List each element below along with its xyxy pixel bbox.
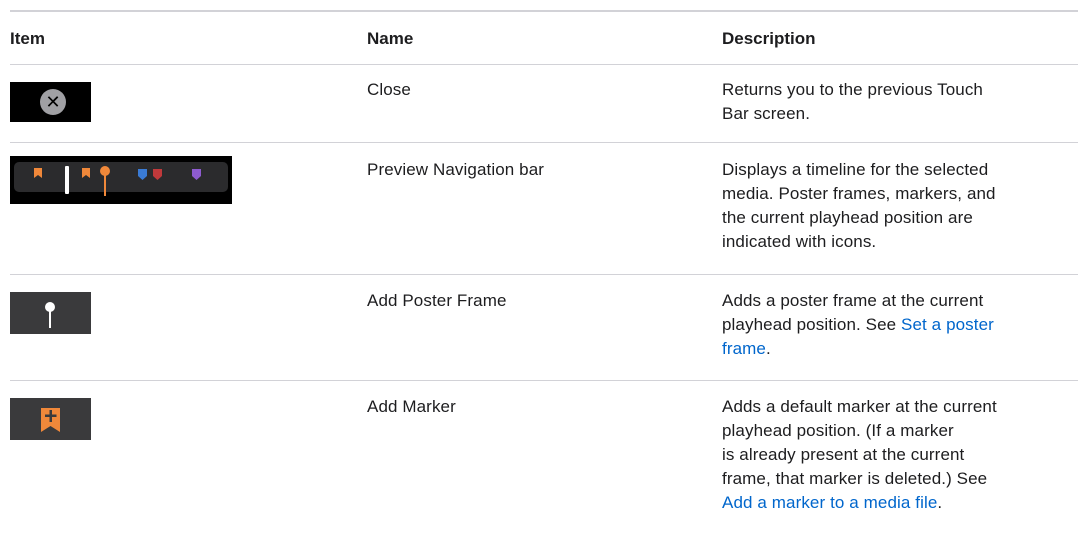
marker-red-icon — [153, 169, 162, 180]
description-line: Returns you to the previous Touch — [722, 80, 983, 99]
preview-navigation-bar-image — [10, 156, 232, 204]
description-line: playhead position. See Set a poster — [722, 315, 994, 334]
top-divider — [10, 10, 1078, 12]
row-name-preview-navigation-bar: Preview Navigation bar — [367, 160, 545, 179]
header-description: Description — [722, 29, 816, 48]
preview-navigation-bar-icon — [34, 166, 201, 196]
marker-orange-icon — [82, 168, 90, 178]
row-description-add-poster-frame: Adds a poster frame at the current playh… — [722, 289, 1062, 361]
add-poster-frame-image — [10, 292, 91, 334]
description-line: media. Poster frames, markers, and — [722, 184, 996, 203]
marker-orange-icon — [34, 168, 42, 178]
set-poster-frame-link-continued[interactable]: frame — [722, 339, 766, 358]
description-line: frame. — [722, 339, 771, 358]
description-line: Bar screen. — [722, 104, 811, 123]
description-line: Adds a default marker at the current — [722, 397, 997, 416]
row-description-preview-navigation-bar: Displays a timeline for the selected med… — [722, 158, 1062, 254]
close-button-image: ✕ — [10, 82, 91, 122]
header-divider — [10, 64, 1078, 65]
description-line: Displays a timeline for the selected — [722, 160, 989, 179]
description-line: playhead position. (If a marker — [722, 421, 954, 440]
set-poster-frame-link[interactable]: Set a poster — [901, 315, 994, 334]
row-divider — [10, 380, 1078, 381]
description-line: Add a marker to a media file. — [722, 493, 943, 512]
row-divider — [10, 274, 1078, 275]
row-description-close: Returns you to the previous Touch Bar sc… — [722, 78, 1062, 126]
row-name-close: Close — [367, 80, 411, 99]
add-marker-icon — [41, 408, 60, 432]
close-icon: ✕ — [40, 89, 66, 115]
description-line: the current playhead position are — [722, 208, 973, 227]
description-line: frame, that marker is deleted.) See — [722, 469, 988, 488]
header-name: Name — [367, 29, 414, 48]
row-name-add-marker: Add Marker — [367, 397, 456, 416]
row-divider — [10, 142, 1078, 143]
playhead-line — [65, 166, 69, 194]
marker-blue-icon — [138, 169, 147, 180]
description-line: is already present at the current — [722, 445, 965, 464]
poster-frame-icon — [45, 302, 55, 328]
description-line: indicated with icons. — [722, 232, 877, 251]
row-name-add-poster-frame: Add Poster Frame — [367, 291, 507, 310]
add-marker-to-media-file-link[interactable]: Add a marker to a media file — [722, 493, 937, 512]
header-item: Item — [10, 29, 45, 48]
marker-purple-icon — [192, 169, 201, 180]
row-description-add-marker: Adds a default marker at the current pla… — [722, 395, 1062, 515]
add-marker-image — [10, 398, 91, 440]
description-line: Adds a poster frame at the current — [722, 291, 984, 310]
